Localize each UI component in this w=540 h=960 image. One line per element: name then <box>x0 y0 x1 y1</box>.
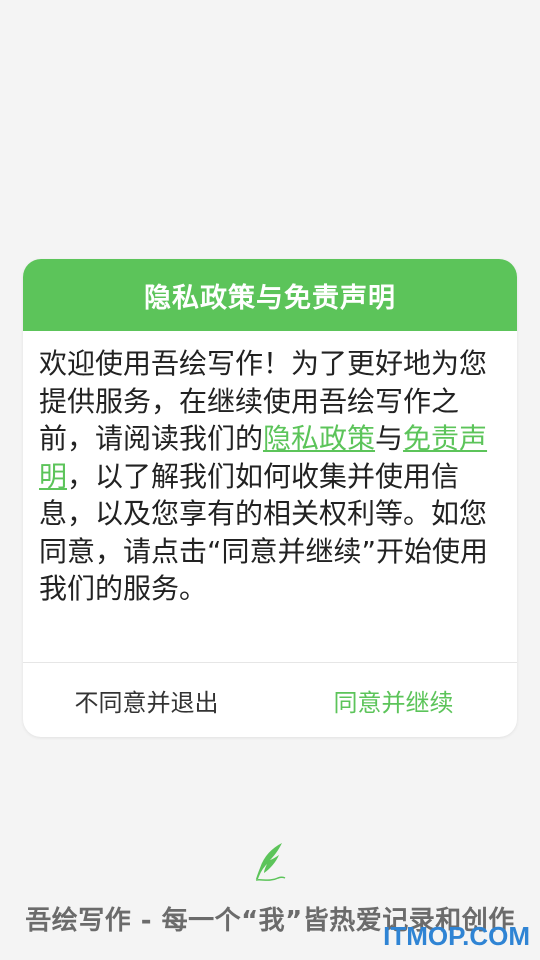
decline-exit-button[interactable]: 不同意并退出 <box>23 663 270 737</box>
dialog-body: 欢迎使用吾绘写作！为了更好地为您提供服务，在继续使用吾绘写作之前，请阅读我们的隐… <box>23 331 517 647</box>
message-part-2: ，以了解我们如何收集并使用信息，以及您享有的相关权利等。如您同意，请点击“同意并… <box>39 459 489 606</box>
dialog-header: 隐私政策与免责声明 <box>23 259 517 331</box>
message-conjunction: 与 <box>375 422 404 455</box>
dialog-title: 隐私政策与免责声明 <box>144 282 396 314</box>
dialog-message: 欢迎使用吾绘写作！为了更好地为您提供服务，在继续使用吾绘写作之前，请阅读我们的隐… <box>39 345 501 608</box>
privacy-policy-link[interactable]: 隐私政策 <box>263 422 375 455</box>
quill-feather-icon <box>252 842 288 884</box>
watermark: ITMOP.COM <box>383 921 530 951</box>
accept-continue-button[interactable]: 同意并继续 <box>270 663 517 737</box>
dialog-actions: 不同意并退出 同意并继续 <box>23 663 517 737</box>
privacy-dialog: 隐私政策与免责声明 欢迎使用吾绘写作！为了更好地为您提供服务，在继续使用吾绘写作… <box>23 259 517 737</box>
